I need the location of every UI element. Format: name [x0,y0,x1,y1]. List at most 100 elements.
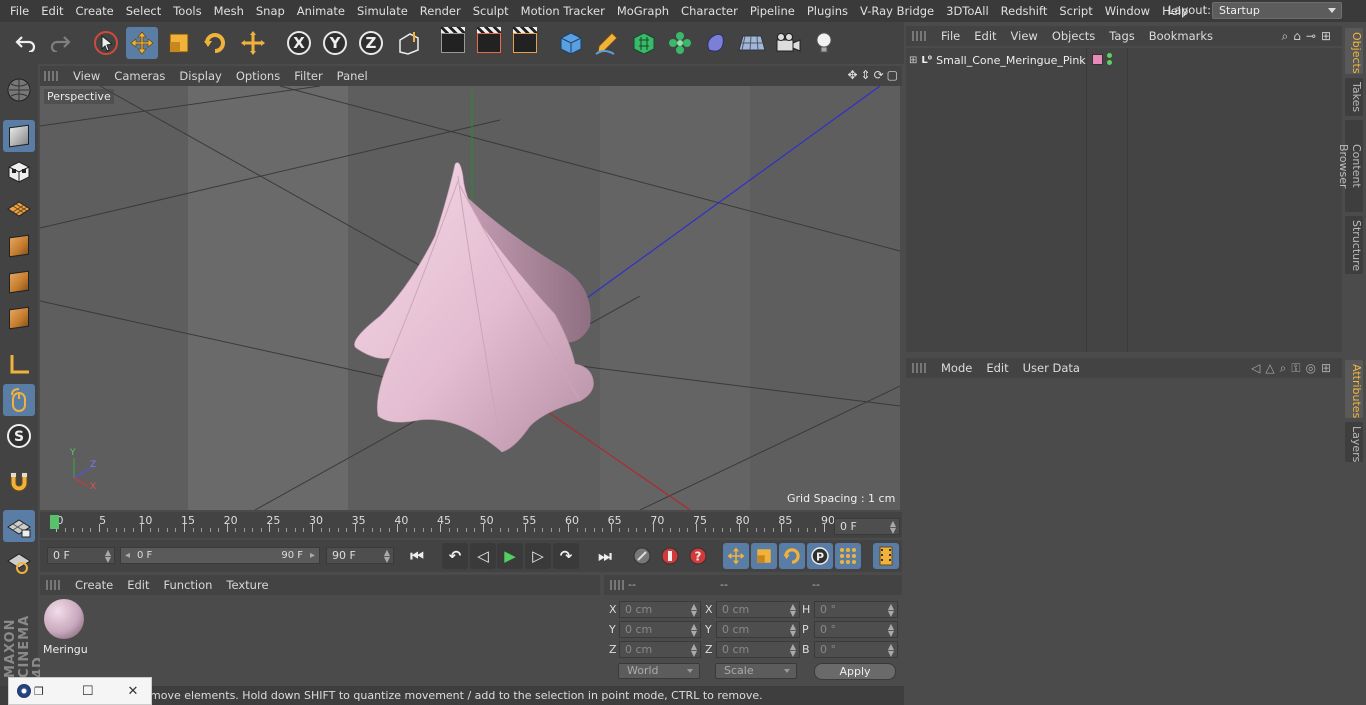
add-subdivision-button[interactable] [628,27,660,59]
tab-content-browser[interactable]: Content Browser [1337,120,1363,212]
render-to-picture-viewer-button[interactable] [473,27,505,59]
menu-sculpt[interactable]: Sculpt [467,0,515,22]
add-camera-button[interactable] [772,27,804,59]
menu-script[interactable]: Script [1053,0,1098,22]
menu-mograph[interactable]: MoGraph [611,0,675,22]
tweak-mode-button[interactable] [3,384,35,416]
preview-range-slider[interactable]: ◂ 0 F 90 F ▸ [120,547,320,564]
menu-snap[interactable]: Snap [250,0,291,22]
viewport-menu-options[interactable]: Options [229,69,287,83]
add-light-button[interactable] [808,27,840,59]
snapping-button[interactable] [3,466,35,498]
timeline-window-button[interactable] [873,543,899,569]
edges-mode-button[interactable] [3,266,35,298]
rot-h-field[interactable]: 0 ° ▲ ▼ [814,601,898,618]
viewport-menu-view[interactable]: View [66,69,107,83]
search-icon[interactable]: ⌕ [1280,361,1292,375]
menu-mesh[interactable]: Mesh [208,0,250,22]
menu-plugins[interactable]: Plugins [801,0,854,22]
keyframe-selection-button[interactable]: ? [685,543,711,569]
object-menu-edit[interactable]: Edit [967,29,1003,43]
model-mode-button[interactable] [3,120,35,152]
workplane-mode-button[interactable] [3,192,35,224]
object-menu-tags[interactable]: Tags [1102,29,1141,43]
undo-button[interactable] [10,27,42,59]
menu-motion-tracker[interactable]: Motion Tracker [515,0,611,22]
menu-render[interactable]: Render [414,0,467,22]
menu-pipeline[interactable]: Pipeline [744,0,801,22]
pos-z-field[interactable]: 0 cm ▲ ▼ [619,641,701,658]
solo-mode-button[interactable]: S [3,420,35,452]
current-frame-field[interactable]: 0 F ▲ ▼ [834,518,900,535]
range-right-arrow-icon[interactable]: ▸ [310,548,315,563]
new-view-icon[interactable]: ⊞ [1321,361,1336,375]
menu-tools[interactable]: Tools [167,0,207,22]
pan-icon[interactable]: ✥ [847,68,857,82]
move-tool-button[interactable] [126,27,158,59]
cinema4d-app-icon[interactable] [17,684,31,698]
go-to-start-button[interactable]: ⏮ [404,543,430,569]
maximize-view-icon[interactable]: ▢ [887,68,898,82]
size-mode-dropdown[interactable]: Scale [715,663,797,679]
add-cube-button[interactable] [555,27,587,59]
workplane-lock-button[interactable] [3,510,35,542]
key-rotation-button[interactable] [779,543,805,569]
menu-simulate[interactable]: Simulate [351,0,414,22]
points-mode-button[interactable] [3,230,35,262]
pos-x-field[interactable]: 0 cm ▲ ▼ [619,601,701,618]
maximize-icon[interactable]: ☐ [82,684,94,699]
range-left-arrow-icon[interactable]: ◂ [125,548,130,563]
tab-layers[interactable]: Layers [1345,422,1363,462]
live-selection-button[interactable] [90,27,122,59]
z-axis-lock-button[interactable]: Z [355,27,387,59]
redo-button[interactable] [44,27,76,59]
texture-mode-button[interactable] [3,156,35,188]
pos-y-field[interactable]: 0 cm ▲ ▼ [619,621,701,638]
rotate-tool-button[interactable] [199,27,231,59]
object-name[interactable]: Small_Cone_Meringue_Pink [936,54,1086,67]
search-icon[interactable]: ⌕ [1282,29,1294,43]
start-frame-field[interactable]: 0 F ▲ ▼ [47,547,115,564]
object-list[interactable] [906,48,1342,352]
menu-animate[interactable]: Animate [291,0,351,22]
object-menu-view[interactable]: View [1004,29,1045,43]
object-menu-objects[interactable]: Objects [1045,29,1102,43]
menu-character[interactable]: Character [675,0,744,22]
object-row[interactable]: ⊞ L⁰ Small_Cone_Meringue_Pink [906,52,1086,69]
tab-takes[interactable]: Takes [1345,78,1363,116]
next-keyframe-button[interactable]: ↷ [553,543,579,569]
attribute-menu-mode[interactable]: Mode [934,361,979,375]
autokeying-button[interactable] [657,543,683,569]
end-frame-field[interactable]: 90 F ▲ ▼ [326,547,394,564]
previous-frame-button[interactable]: ◁ [470,543,496,569]
x-axis-lock-button[interactable]: X [283,27,315,59]
menu-file[interactable]: File [4,0,35,22]
new-view-icon[interactable]: ⊞ [1321,29,1336,43]
target-icon[interactable]: ◎ [1305,361,1320,375]
add-pen-button[interactable] [591,27,623,59]
transform-tool-button[interactable] [237,27,269,59]
menu-create[interactable]: Create [70,0,120,22]
menu-redshift[interactable]: Redshift [995,0,1054,22]
viewport-menu-cameras[interactable]: Cameras [107,69,172,83]
timeline-playhead[interactable] [50,515,59,529]
restore-icon[interactable]: ❐ [34,685,44,698]
add-mograph-cloner-button[interactable] [664,27,696,59]
coordinate-system-button[interactable] [393,27,425,59]
rot-p-field[interactable]: 0 ° ▲ ▼ [814,621,898,638]
arrow-left-icon[interactable]: ◁ [1251,361,1265,375]
quantize-button[interactable] [3,546,35,578]
object-menu-bookmarks[interactable]: Bookmarks [1142,29,1220,43]
back-icon[interactable]: ⊸ [1306,29,1321,43]
expand-plus-icon[interactable]: ⊞ [909,55,917,66]
coordinate-mode-dropdown[interactable]: World [618,663,700,679]
material-menu-texture[interactable]: Texture [219,578,275,592]
tab-objects[interactable]: Objects [1345,28,1363,74]
size-z-field[interactable]: 0 cm ▲ ▼ [716,641,800,658]
viewport-menu-filter[interactable]: Filter [287,69,329,83]
go-to-end-button[interactable]: ⏭ [592,543,618,569]
menu-3dtoall[interactable]: 3DToAll [940,0,995,22]
material-menu-edit[interactable]: Edit [120,578,156,592]
previous-keyframe-button[interactable]: ↶ [442,543,468,569]
menu-edit[interactable]: Edit [35,0,69,22]
